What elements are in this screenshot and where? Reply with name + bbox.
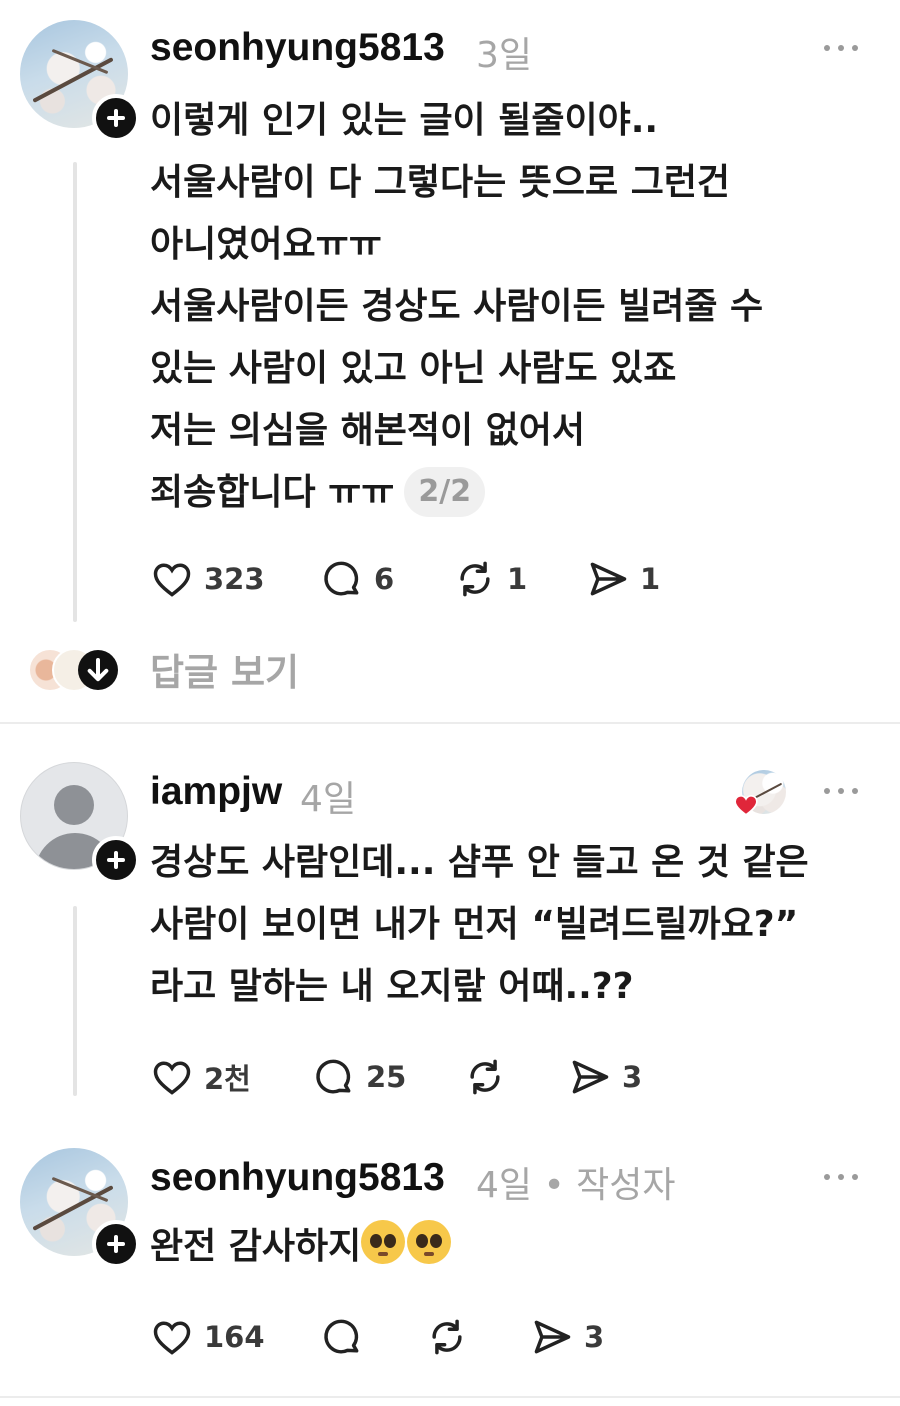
share-button[interactable]: 3	[530, 1312, 604, 1362]
repost-count: 1	[507, 562, 528, 596]
repost-button[interactable]	[463, 1052, 507, 1102]
post-line: 완전 감사하지	[150, 1226, 362, 1267]
more-dots-icon[interactable]	[822, 1172, 862, 1182]
thread-line	[73, 162, 77, 622]
view-replies-row[interactable]: 답글 보기	[0, 640, 900, 700]
post-time: 3일	[476, 35, 533, 76]
repost-icon	[432, 1319, 462, 1355]
post-line: 서울사람이든 경상도 사람이든 빌려줄 수	[150, 286, 764, 327]
username[interactable]: iampjw	[150, 770, 282, 814]
post-line: 라고 말하는 내 오지랖 어때..??	[150, 966, 634, 1007]
username[interactable]: seonhyung5813	[150, 26, 445, 70]
like-count: 164	[204, 1320, 265, 1354]
speech-bubble-icon	[324, 561, 359, 596]
post-body: 완전 감사하지	[150, 1216, 453, 1278]
heart-icon	[153, 563, 191, 597]
heart-icon	[153, 1061, 191, 1095]
post-line: 이렇게 인기 있는 글이 될줄이야..	[150, 100, 659, 141]
post-divider	[0, 1396, 900, 1398]
post-line: 죄송합니다 ㅠㅠ	[150, 472, 395, 513]
post-line: 사람이 보이면 내가 먼저 “빌려드릴까요?”	[150, 904, 799, 945]
repost-icon	[470, 1059, 500, 1095]
send-icon	[572, 1060, 609, 1094]
repost-button[interactable]: 1	[453, 554, 527, 604]
like-button[interactable]: 2천	[150, 1052, 251, 1102]
post-1: seonhyung5813 3일 이렇게 인기 있는 글이 될줄이야.. 서울사…	[0, 0, 900, 720]
post-line: 서울사람이 다 그렇다는 뜻으로 그런건	[150, 162, 731, 203]
username[interactable]: seonhyung5813	[150, 1156, 445, 1200]
author-badge: • 작성자	[543, 1165, 676, 1206]
post-body: 경상도 사람인데... 샴푸 안 들고 온 것 같은 사람이 보이면 내가 먼저…	[150, 832, 809, 1018]
comment-count: 25	[366, 1060, 407, 1094]
share-count: 1	[640, 562, 661, 596]
like-button[interactable]: 323	[150, 554, 265, 604]
comment-count: 6	[374, 562, 395, 596]
post-time: 4일	[300, 779, 357, 820]
post-3: seonhyung5813 4일 • 작성자 완전 감사하지 164 3	[0, 1136, 900, 1396]
send-icon	[534, 1320, 571, 1354]
comment-button[interactable]: 25	[312, 1052, 406, 1102]
action-bar: 164 3	[150, 1312, 750, 1362]
action-bar: 323 6 1 1	[150, 554, 750, 604]
comment-button[interactable]	[320, 1312, 364, 1362]
share-button[interactable]: 1	[586, 554, 660, 604]
post-line: 저는 의심을 해본적이 없어서	[150, 410, 586, 451]
speech-bubble-icon	[324, 1319, 359, 1354]
view-replies-link[interactable]: 답글 보기	[150, 642, 299, 696]
send-icon	[590, 562, 627, 596]
thread-line	[73, 906, 77, 1096]
follow-plus-icon[interactable]	[92, 836, 140, 884]
post-line: 있는 사람이 있고 아닌 사람도 있죠	[150, 348, 677, 389]
like-count: 2천	[204, 1062, 251, 1096]
repost-icon	[460, 561, 490, 597]
share-count: 3	[584, 1320, 605, 1354]
heart-icon	[153, 1321, 191, 1355]
post-body: 이렇게 인기 있는 글이 될줄이야.. 서울사람이 다 그렇다는 뜻으로 그런건…	[150, 90, 763, 524]
heart-icon	[734, 794, 758, 816]
like-count: 323	[204, 562, 265, 596]
share-count: 3	[622, 1060, 643, 1094]
post-line-last: 죄송합니다 ㅠㅠ 2/2	[150, 462, 763, 524]
post-line: 경상도 사람인데... 샴푸 안 들고 온 것 같은	[150, 842, 809, 883]
more-dots-icon[interactable]	[822, 786, 862, 796]
post-time-value: 4일	[476, 1165, 533, 1206]
post-time: 4일 • 작성자	[476, 1156, 676, 1208]
pleading-face-emoji	[361, 1220, 406, 1264]
post-line-with-emoji: 완전 감사하지	[150, 1216, 453, 1278]
action-bar: 2천 25 3	[150, 1052, 750, 1102]
pleading-face-emoji	[407, 1220, 452, 1264]
post-line: 아니였어요ㅠㅠ	[150, 224, 382, 265]
more-dots-icon[interactable]	[822, 43, 862, 53]
page-indicator[interactable]: 2/2	[404, 467, 486, 517]
share-button[interactable]: 3	[568, 1052, 642, 1102]
like-button[interactable]: 164	[150, 1312, 265, 1362]
expand-button[interactable]	[78, 650, 118, 690]
arrow-down-icon	[87, 658, 109, 682]
follow-plus-icon[interactable]	[92, 94, 140, 142]
follow-plus-icon[interactable]	[92, 1220, 140, 1268]
comment-button[interactable]: 6	[320, 554, 394, 604]
speech-bubble-icon	[316, 1059, 351, 1094]
repost-button[interactable]	[425, 1312, 469, 1362]
